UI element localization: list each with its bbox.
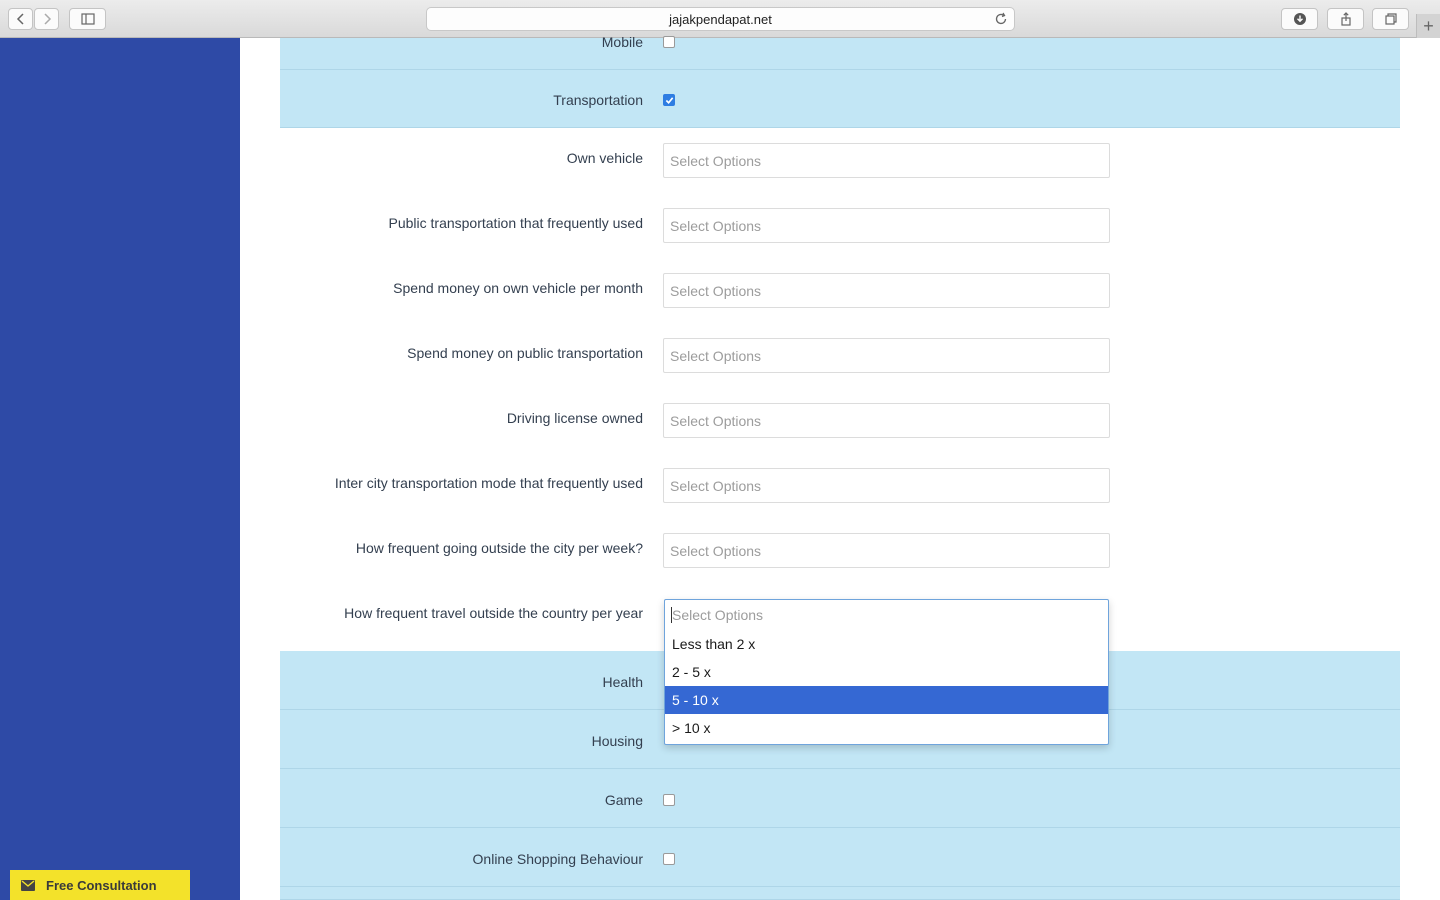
category-row-online-shopping: Online Shopping Behaviour [280, 828, 1400, 887]
select-placeholder: Select Options [670, 412, 762, 429]
browser-toolbar: jajakpendapat.net + [0, 0, 1440, 38]
dropdown-option[interactable]: 2 - 5 x [665, 658, 1108, 686]
own-vehicle-select[interactable]: Select Options [663, 143, 1110, 178]
sidebar-icon [80, 13, 95, 25]
chevron-right-icon [43, 13, 51, 25]
field-label: Inter city transportation mode that freq… [334, 475, 643, 491]
category-checkbox[interactable] [663, 794, 675, 806]
field-label: Driving license owned [506, 410, 643, 426]
forward-button[interactable] [34, 8, 59, 30]
category-checkbox[interactable] [663, 36, 675, 48]
intercity-mode-select[interactable]: Select Options [663, 468, 1110, 503]
envelope-icon [10, 879, 46, 891]
download-icon [1293, 13, 1306, 25]
category-label: Mobile [601, 34, 643, 50]
transportation-fields: Own vehicle Select Options Public transp… [280, 128, 1400, 651]
category-label: Online Shopping Behaviour [472, 851, 643, 867]
category-row-game: Game [280, 769, 1400, 828]
category-row-next [280, 887, 1400, 900]
select-placeholder: Select Options [672, 607, 764, 623]
address-bar[interactable]: jajakpendapat.net [426, 7, 1015, 31]
tabs-overview-button[interactable] [1372, 8, 1409, 30]
reload-icon[interactable] [994, 12, 1008, 26]
checkmark-icon [665, 97, 674, 104]
chevron-left-icon [16, 13, 24, 25]
category-checkbox[interactable] [663, 94, 675, 106]
tabs-icon [1384, 13, 1397, 25]
select-placeholder: Select Options [670, 542, 762, 559]
category-row-transportation: Transportation [280, 70, 1400, 128]
select-placeholder: Select Options [670, 152, 762, 169]
left-sidebar [0, 38, 240, 900]
field-label: Public transportation that frequently us… [388, 215, 644, 231]
field-label: How frequent travel outside the country … [344, 605, 643, 621]
category-label: Transportation [553, 92, 643, 108]
category-label: Health [602, 674, 643, 690]
vehicle-spend-select[interactable]: Select Options [663, 273, 1110, 308]
sidebar-toggle-button[interactable] [69, 8, 106, 30]
plus-icon: + [1423, 15, 1434, 36]
field-label: Own vehicle [566, 150, 643, 166]
category-row-mobile: Mobile [280, 34, 1400, 70]
dropdown-option-highlighted[interactable]: 5 - 10 x [665, 686, 1108, 714]
driving-license-select[interactable]: Select Options [663, 403, 1110, 438]
back-button[interactable] [8, 8, 33, 30]
public-transport-select[interactable]: Select Options [663, 208, 1110, 243]
downloads-button[interactable] [1281, 8, 1318, 30]
free-consultation-button[interactable]: Free Consultation [10, 870, 190, 900]
country-travel-frequency-select[interactable]: Select Options Less than 2 x 2 - 5 x 5 -… [664, 599, 1109, 745]
share-icon [1340, 12, 1351, 26]
field-label: Spend money on own vehicle per month [393, 280, 643, 296]
public-transport-spend-select[interactable]: Select Options [663, 338, 1110, 373]
select-placeholder: Select Options [670, 282, 762, 299]
category-label: Game [604, 792, 643, 808]
dropdown-option[interactable]: > 10 x [665, 714, 1108, 742]
new-tab-button[interactable]: + [1416, 14, 1440, 38]
city-travel-frequency-select[interactable]: Select Options [663, 533, 1110, 568]
category-checkbox[interactable] [663, 853, 675, 865]
dropdown-option[interactable]: Less than 2 x [665, 630, 1108, 658]
share-button[interactable] [1327, 8, 1364, 30]
consultation-label: Free Consultation [46, 877, 157, 893]
select-placeholder: Select Options [670, 217, 762, 234]
field-label: How frequent going outside the city per … [355, 540, 643, 556]
survey-form: Mobile Transportation Own vehicle Select… [280, 34, 1400, 900]
category-label: Housing [591, 733, 643, 749]
select-search-input[interactable]: Select Options [665, 600, 1108, 630]
select-placeholder: Select Options [670, 347, 762, 364]
select-placeholder: Select Options [670, 477, 762, 494]
url-text: jajakpendapat.net [669, 11, 772, 27]
field-label: Spend money on public transportation [407, 345, 643, 361]
